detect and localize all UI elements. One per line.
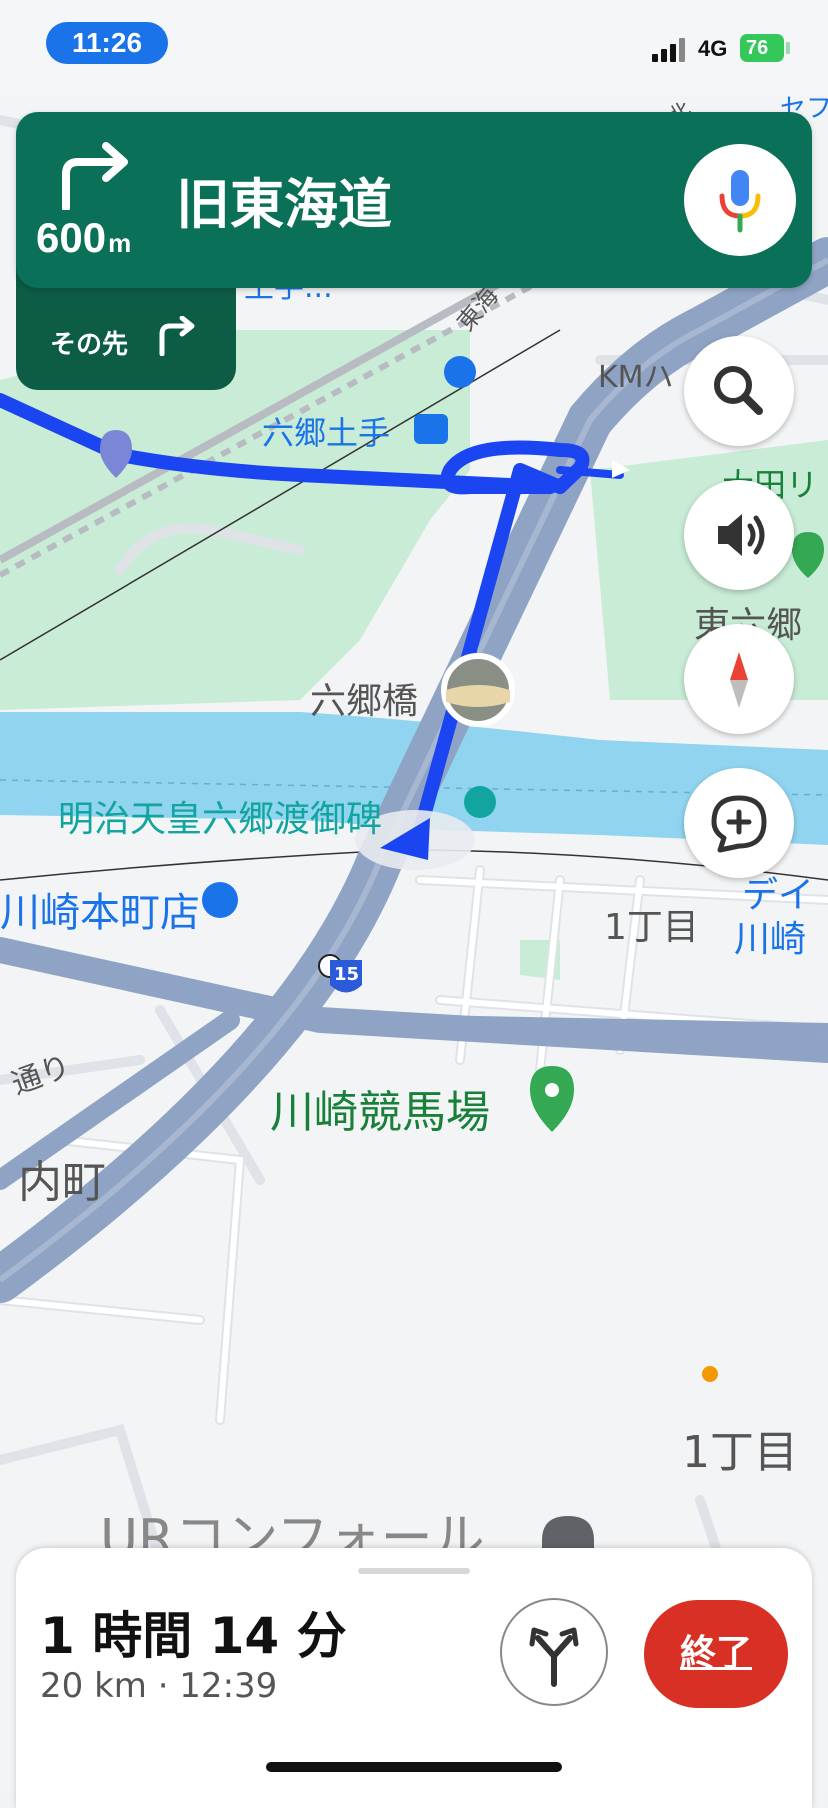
- station-icon: [414, 414, 448, 444]
- sound-button[interactable]: [684, 480, 794, 590]
- route-shield-number: 15: [334, 964, 360, 985]
- voice-search-button[interactable]: [684, 144, 796, 256]
- search-icon: [714, 366, 763, 415]
- battery-level: 76: [740, 34, 784, 62]
- trip-duration: 1 時間 14 分: [40, 1607, 347, 1665]
- monument-label[interactable]: 明治天皇六郷渡御碑: [58, 790, 382, 842]
- home-indicator[interactable]: [266, 1762, 562, 1772]
- then-label: その先: [50, 330, 129, 360]
- compass-button[interactable]: [684, 624, 794, 734]
- turn-right-icon: [62, 142, 128, 210]
- exit-navigation-button[interactable]: 終了: [644, 1600, 788, 1708]
- store-pin: [202, 882, 238, 918]
- sheet-drag-handle[interactable]: [358, 1568, 470, 1574]
- volume-icon: [718, 514, 765, 556]
- monument-pin: [464, 786, 496, 818]
- bridge-label: 六郷橋: [310, 681, 419, 722]
- shop-label: KMハ: [598, 360, 674, 395]
- alternate-routes-button[interactable]: [500, 1598, 608, 1706]
- district-label: 1丁目: [682, 1427, 798, 1478]
- street-name: 旧東海道: [176, 173, 392, 236]
- microphone-icon: [719, 170, 761, 233]
- poi-dot: [702, 1366, 718, 1382]
- search-button[interactable]: [684, 336, 794, 446]
- bus-stop-icon: [444, 356, 476, 388]
- alternate-routes-icon: [529, 1627, 579, 1687]
- add-report-button[interactable]: [684, 768, 794, 878]
- store-label[interactable]: 川崎本町店: [0, 880, 200, 938]
- then-turn-right-icon: [159, 316, 195, 356]
- add-report-icon: [711, 795, 767, 853]
- distance-value: 600: [36, 214, 107, 261]
- poi-label: 川崎: [734, 919, 807, 960]
- cellular-signal-icon: [652, 38, 688, 62]
- station-label[interactable]: 六郷土手: [262, 408, 390, 454]
- status-time: 11:26: [46, 22, 168, 64]
- maneuver-distance: 600m: [36, 214, 131, 262]
- district-label: 1丁目: [604, 907, 699, 948]
- battery-icon: [786, 42, 790, 54]
- compass-icon: [730, 652, 748, 708]
- district-label: 内町: [18, 1157, 106, 1208]
- racecourse-label[interactable]: 川崎競馬場: [270, 1076, 490, 1140]
- network-type: 4G: [698, 36, 728, 61]
- distance-unit: m: [108, 228, 132, 258]
- trip-distance-arrival: 20 km · 12:39: [40, 1666, 278, 1706]
